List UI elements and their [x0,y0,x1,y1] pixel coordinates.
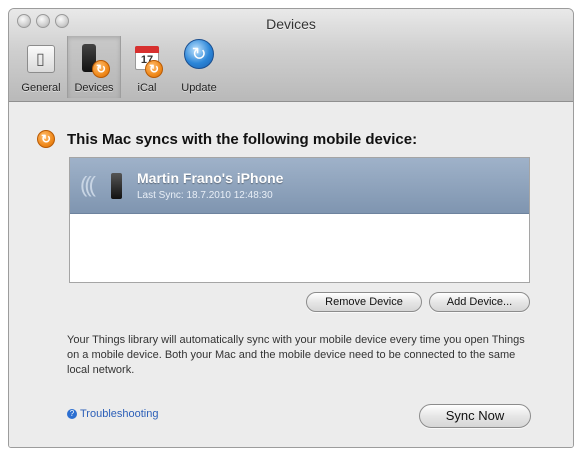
general-icon [27,45,55,73]
device-name: Martin Frano's iPhone [137,170,284,186]
troubleshooting-link[interactable]: ? Troubleshooting [67,408,158,420]
toolbar-item-ical[interactable]: 17 ↻ iCal [121,36,173,98]
sync-badge-icon: ↻ [145,60,163,78]
toolbar-item-update[interactable]: ↻ Update [173,36,225,98]
toolbar-label-devices: Devices [74,82,114,94]
sync-header: ↻ This Mac syncs with the following mobi… [37,130,417,148]
toolbar-label-update: Update [181,82,217,94]
sync-now-button[interactable]: Sync Now [419,404,531,428]
sync-description: Your Things library will automatically s… [67,334,525,376]
window-title: Devices [266,16,316,32]
wireless-icon: ((( [80,172,96,197]
devices-icon: ↻ [76,42,112,78]
remove-device-button[interactable]: Remove Device [306,292,422,312]
help-icon: ? [67,409,77,419]
device-list[interactable]: ((( Martin Frano's iPhone Last Sync: 18.… [69,157,530,283]
update-icon: ↻ [184,39,214,69]
sync-icon: ↻ [37,130,55,148]
iphone-icon [111,173,122,199]
preferences-window: Devices General ↻ Devices 17 ↻ [8,8,574,448]
sync-badge-icon: ↻ [92,60,110,78]
toolbar-item-devices[interactable]: ↻ Devices [67,36,121,98]
ical-icon: 17 ↻ [129,42,165,78]
title-bar: Devices General ↻ Devices 17 ↻ [9,9,573,102]
last-sync-text: Last Sync: 18.7.2010 12:48:30 [137,190,273,201]
troubleshooting-label: Troubleshooting [80,408,159,420]
preferences-toolbar: General ↻ Devices 17 ↻ iCal ↻ [15,36,225,98]
add-device-button[interactable]: Add Device... [429,292,530,312]
page-title: This Mac syncs with the following mobile… [67,130,418,148]
toolbar-label-ical: iCal [137,82,157,94]
devices-pane: ↻ This Mac syncs with the following mobi… [9,102,573,447]
toolbar-label-general: General [21,82,61,94]
list-item[interactable]: ((( Martin Frano's iPhone Last Sync: 18.… [70,158,529,214]
toolbar-item-general[interactable]: General [15,36,67,98]
